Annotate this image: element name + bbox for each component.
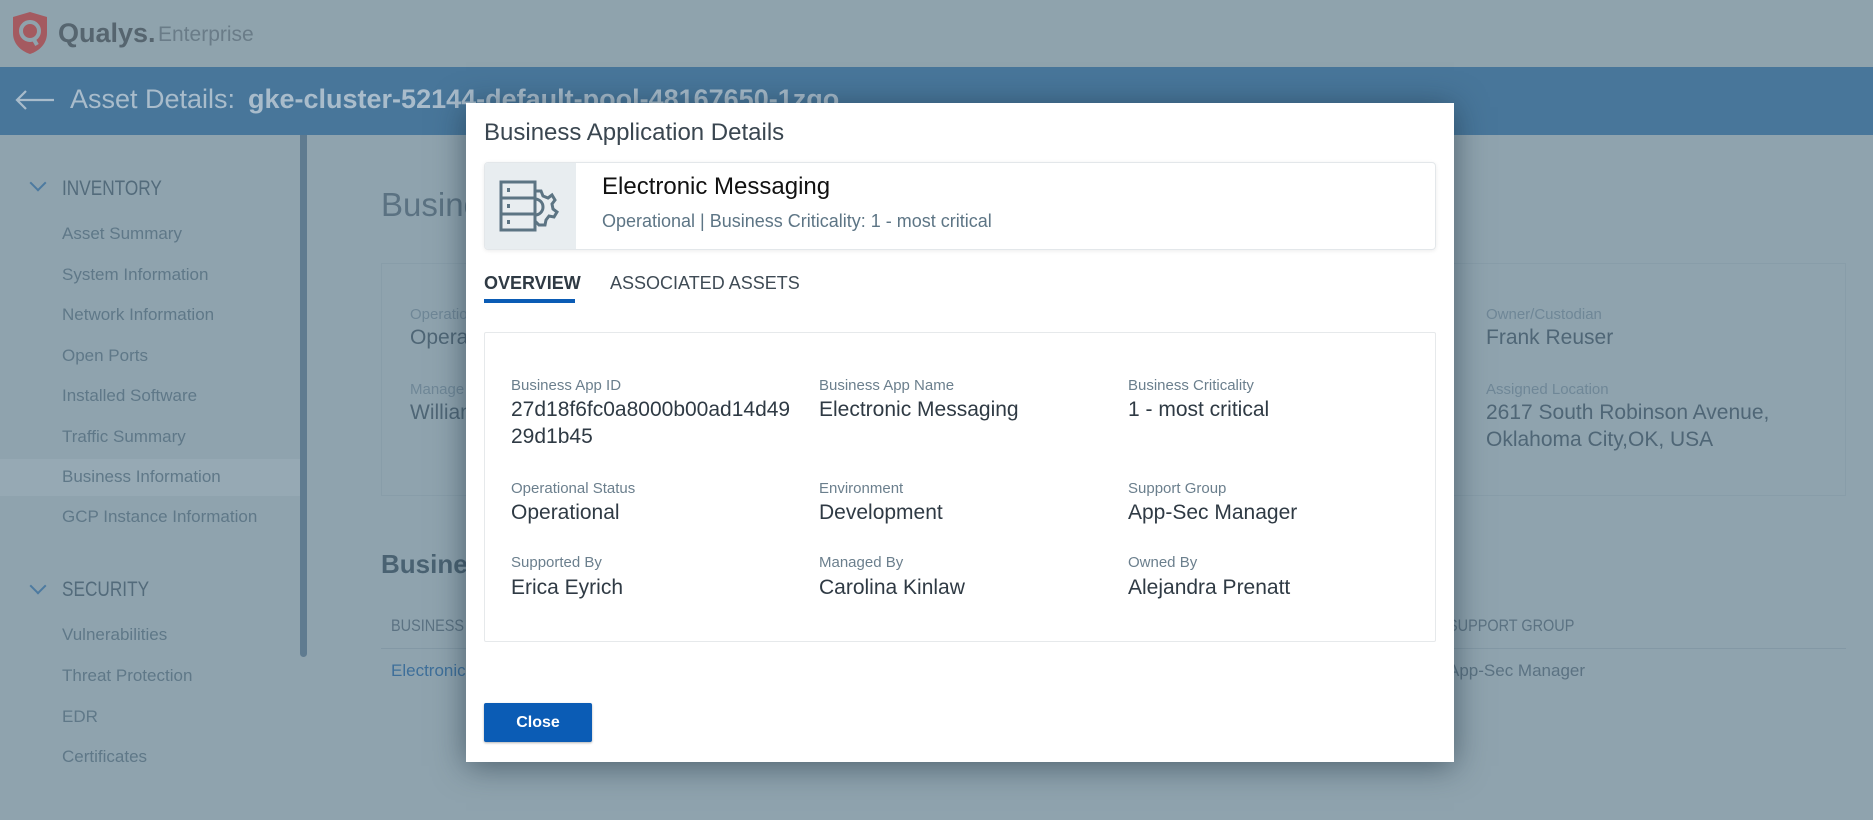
active-tab-indicator	[484, 299, 575, 303]
overview-panel: Business App ID 27d18f6fc0a8000b00ad14d4…	[484, 332, 1436, 642]
business-application-modal: Business Application Details Electronic …	[466, 103, 1454, 762]
back-arrow-icon[interactable]	[14, 89, 56, 111]
brand-name: Qualys.	[58, 18, 156, 48]
field-value-support-group: App-Sec Manager	[1128, 501, 1298, 524]
location-line2: Oklahoma City,OK, USA	[1486, 428, 1714, 451]
column-header: BUSINESS A	[391, 616, 477, 635]
field-value-business-criticality: 1 - most critical	[1128, 398, 1270, 421]
section-security[interactable]: SECURITY	[62, 578, 149, 602]
field-label: Manage	[410, 381, 465, 398]
app-summary-card: Electronic Messaging Operational | Busin…	[484, 162, 1436, 250]
field-value-business-app-id: 27d18f6fc0a8000b00ad14d4929d1b45	[511, 398, 791, 448]
field-value: Opera	[410, 326, 469, 349]
sidebar-item-traffic-summary[interactable]: Traffic Summary	[62, 427, 186, 447]
field-value-supported-by: Erica Eyrich	[511, 576, 624, 599]
sidebar-item-business-information[interactable]: Business Information	[62, 467, 221, 487]
product-name: Enterprise	[158, 23, 254, 46]
field-value-environment: Development	[819, 501, 943, 524]
field-label-environment: Environment	[819, 480, 904, 497]
field-label-operational-status: Operational Status	[511, 480, 636, 497]
section-inventory[interactable]: INVENTORY	[62, 177, 162, 201]
field-value-business-app-name: Electronic Messaging	[819, 398, 1019, 421]
field-label: Operatio	[410, 306, 468, 323]
app-icon-area	[485, 163, 576, 249]
location-line1: 2617 South Robinson Avenue,	[1486, 401, 1770, 424]
table-row-app-link[interactable]: Electronic	[391, 661, 466, 681]
close-button[interactable]: Close	[484, 703, 592, 742]
owner-value: Frank Reuser	[1486, 326, 1614, 349]
sidebar-item-system-information[interactable]: System Information	[62, 265, 208, 285]
field-label-owned-by: Owned By	[1128, 554, 1198, 571]
field-value-managed-by: Carolina Kinlaw	[819, 576, 965, 599]
sidebar-item-asset-summary[interactable]: Asset Summary	[62, 224, 182, 244]
sidebar-item-open-ports[interactable]: Open Ports	[62, 346, 148, 366]
field-label-supported-by: Supported By	[511, 554, 602, 571]
sidebar-item-gcp-instance-information[interactable]: GCP Instance Information	[62, 507, 257, 527]
sidebar-item-edr[interactable]: EDR	[62, 707, 98, 727]
column-header-support-group: SUPPORT GROUP	[1448, 616, 1575, 635]
field-value-operational-status: Operational	[511, 501, 620, 524]
tab-overview[interactable]: OVERVIEW	[484, 273, 581, 294]
location-label: Assigned Location	[1486, 381, 1609, 398]
modal-title: Business Application Details	[484, 119, 785, 146]
sidebar-item-installed-software[interactable]: Installed Software	[62, 386, 197, 406]
table-row-support-group: App-Sec Manager	[1448, 661, 1586, 680]
asset-details-label: Asset Details:	[70, 84, 236, 114]
field-label-business-app-name: Business App Name	[819, 377, 955, 394]
sidebar-scrollbar[interactable]	[300, 135, 307, 657]
sidebar-item-vulnerabilities[interactable]: Vulnerabilities	[62, 625, 167, 645]
table-title: Busine	[381, 549, 468, 579]
top-header: Qualys. Enterprise	[0, 0, 1873, 67]
owner-label: Owner/Custodian	[1486, 306, 1602, 323]
qualys-logo-icon	[13, 12, 47, 54]
field-value-owned-by: Alejandra Prenatt	[1128, 576, 1291, 599]
sidebar-item-certificates[interactable]: Certificates	[62, 747, 147, 767]
app-name: Electronic Messaging	[602, 173, 831, 200]
sidebar-item-threat-protection[interactable]: Threat Protection	[62, 666, 192, 686]
business-application-icon	[499, 180, 559, 232]
app-subtitle: Operational | Business Criticality: 1 - …	[602, 211, 992, 231]
field-label-support-group: Support Group	[1128, 480, 1227, 497]
sidebar-item-network-information[interactable]: Network Information	[62, 305, 214, 325]
tab-associated-assets[interactable]: ASSOCIATED ASSETS	[610, 273, 800, 294]
field-label-business-criticality: Business Criticality	[1128, 377, 1254, 394]
field-label-business-app-id: Business App ID	[511, 377, 622, 394]
field-label-managed-by: Managed By	[819, 554, 904, 571]
